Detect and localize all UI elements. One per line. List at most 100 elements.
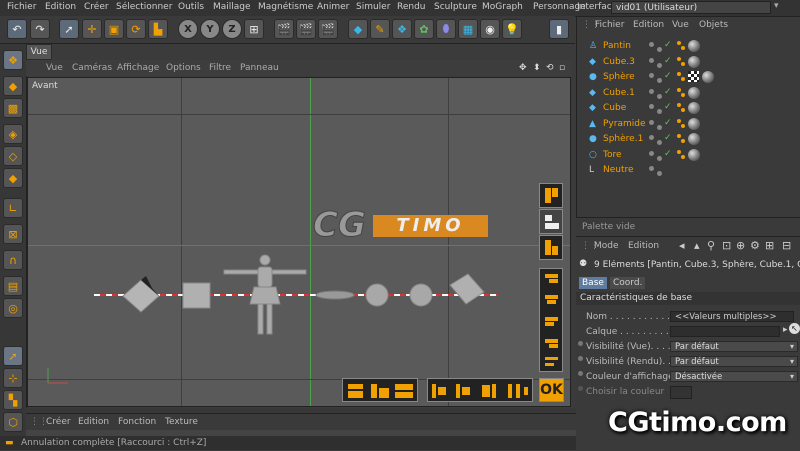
x-axis-lock-icon[interactable]: X: [178, 19, 198, 39]
hud-horizontal-align-group[interactable]: [342, 378, 418, 402]
new-manager-icon[interactable]: ⊕: [736, 239, 745, 252]
axis-mode-icon[interactable]: ∟: [3, 198, 23, 218]
mat-menu-fonction[interactable]: Fonction: [118, 417, 156, 427]
material-tag-icon[interactable]: [688, 117, 700, 130]
anim-dot-icon[interactable]: [578, 356, 583, 361]
enabled-check-icon[interactable]: ✓: [664, 102, 672, 112]
workplane-icon[interactable]: ▤: [3, 276, 23, 296]
vp-menu-options[interactable]: Options: [166, 63, 201, 73]
calque-picker-icon[interactable]: ↖: [789, 323, 800, 334]
menu-animer[interactable]: Animer: [317, 2, 349, 12]
phong-tag-icon[interactable]: [677, 103, 681, 107]
hud-distribute-column[interactable]: [539, 268, 563, 372]
editor-visibility-dot[interactable]: [649, 73, 654, 78]
object-row[interactable]: ◆ Cube ✓: [577, 101, 800, 116]
material-tag-icon[interactable]: [688, 102, 700, 114]
redo-icon[interactable]: ↷: [30, 19, 50, 39]
pan-view-icon[interactable]: ✥: [519, 63, 527, 73]
up-arrow-icon[interactable]: ▴: [694, 239, 700, 252]
editor-visibility-dot[interactable]: [649, 57, 654, 63]
vp-menu-vue[interactable]: Vue: [46, 63, 63, 73]
object-name[interactable]: Pyramide: [603, 119, 646, 129]
menu-outils[interactable]: Outils: [178, 2, 204, 12]
camera-icon[interactable]: ◉: [480, 19, 500, 39]
phong-tag-icon[interactable]: [681, 92, 685, 97]
hud-align-top-button[interactable]: [539, 183, 563, 208]
polygons-mode-icon[interactable]: ◆: [3, 168, 23, 188]
tab-base[interactable]: Base: [579, 277, 607, 289]
anim-dot-icon[interactable]: [578, 371, 583, 376]
nom-input[interactable]: <<Valeurs multiples>>: [670, 311, 794, 322]
anim-dot-icon[interactable]: [578, 341, 583, 346]
material-tag-icon[interactable]: [688, 86, 700, 99]
phong-tag-icon[interactable]: [681, 61, 685, 66]
render-visibility-dot[interactable]: [657, 62, 662, 68]
y-axis-lock-icon[interactable]: Y: [200, 19, 220, 39]
history-icon[interactable]: ⊞: [765, 239, 774, 252]
material-tag-icon[interactable]: [688, 40, 700, 52]
layout-toggle-icon[interactable]: ▮: [549, 19, 569, 39]
expand-icon[interactable]: ⊟: [782, 239, 791, 252]
soft-selection-icon[interactable]: ➚: [3, 346, 23, 366]
hud-ok-button[interactable]: OK: [539, 378, 564, 402]
enabled-check-icon[interactable]: ✓: [664, 149, 672, 159]
menu-selectionner[interactable]: Sélectionner: [116, 2, 172, 12]
pen-spline-icon[interactable]: ✎: [370, 19, 390, 39]
phong-tag-icon[interactable]: [677, 56, 681, 61]
enabled-check-icon[interactable]: ✓: [664, 40, 672, 50]
phong-tag-icon[interactable]: [681, 108, 685, 112]
subdivision-surface-icon[interactable]: ❖: [392, 19, 412, 39]
om-menu-objets[interactable]: Objets: [699, 20, 728, 30]
mat-menu-texture[interactable]: Texture: [165, 417, 198, 427]
object-row[interactable]: ◆ Cube.3 ✓: [577, 55, 800, 70]
cube-object-icon[interactable]: ◆: [348, 19, 368, 39]
couleur-select[interactable]: Désactivée: [670, 371, 798, 382]
enabled-check-icon[interactable]: ✓: [664, 133, 672, 143]
om-menu-fichier[interactable]: Fichier: [595, 20, 624, 30]
phong-tag-icon[interactable]: [681, 46, 685, 50]
points-mode-icon[interactable]: ◈: [3, 124, 23, 144]
make-editable-icon[interactable]: ❖: [3, 50, 23, 70]
vis-vue-select[interactable]: Par défaut: [670, 341, 798, 352]
phong-tag-icon[interactable]: [677, 87, 681, 92]
texture-mode-icon[interactable]: ▩: [3, 98, 23, 118]
object-name[interactable]: Neutre: [603, 165, 634, 175]
material-tag-icon[interactable]: [702, 71, 714, 83]
model-mode-icon[interactable]: ◆: [3, 76, 23, 96]
maximize-view-icon[interactable]: ▫: [559, 63, 565, 73]
enabled-check-icon[interactable]: ✓: [664, 118, 672, 128]
rotate-view-icon[interactable]: ⟲: [546, 63, 554, 73]
anim-dot-icon[interactable]: [578, 386, 583, 391]
material-tag-icon[interactable]: [688, 55, 700, 68]
vp-menu-filtre[interactable]: Filtre: [209, 63, 231, 73]
phong-tag-icon[interactable]: [681, 123, 685, 128]
undo-icon[interactable]: ↶: [7, 19, 27, 39]
am-menu-mode[interactable]: Mode: [594, 241, 619, 251]
object-name[interactable]: Sphère: [603, 72, 635, 82]
locked-workplane-icon[interactable]: ◎: [3, 298, 23, 318]
phong-tag-icon[interactable]: [681, 77, 685, 81]
deformer-icon[interactable]: ⬮: [436, 19, 456, 39]
vp-menu-affichage[interactable]: Affichage: [117, 63, 159, 73]
menu-fichier[interactable]: Fichier: [7, 2, 36, 12]
phong-tag-icon[interactable]: [681, 139, 685, 143]
array-generator-icon[interactable]: ✿: [414, 19, 434, 39]
vp-menu-panneau[interactable]: Panneau: [240, 63, 279, 73]
material-tag-icon[interactable]: [688, 148, 700, 161]
lock-icon[interactable]: ⊡: [722, 239, 731, 252]
menu-creer[interactable]: Créer: [84, 2, 109, 12]
dolly-view-icon[interactable]: ⬍: [533, 63, 541, 73]
menu-magnetisme[interactable]: Magnétisme: [258, 2, 313, 12]
phong-tag-icon[interactable]: [677, 41, 681, 45]
light-icon[interactable]: 💡: [502, 19, 522, 39]
texture-tag-icon[interactable]: [688, 71, 699, 82]
floor-icon[interactable]: ▦: [458, 19, 478, 39]
hud-align-bottom-button[interactable]: [539, 235, 563, 260]
mat-menu-creer[interactable]: Créer: [46, 417, 71, 427]
object-name[interactable]: Cube.1: [603, 88, 635, 98]
editor-visibility-dot[interactable]: [649, 150, 654, 156]
settings-icon[interactable]: ⚙: [750, 239, 760, 252]
object-axis-icon[interactable]: ⬡: [3, 412, 23, 432]
render-visibility-dot[interactable]: [657, 93, 662, 99]
menu-maillage[interactable]: Maillage: [213, 2, 251, 12]
